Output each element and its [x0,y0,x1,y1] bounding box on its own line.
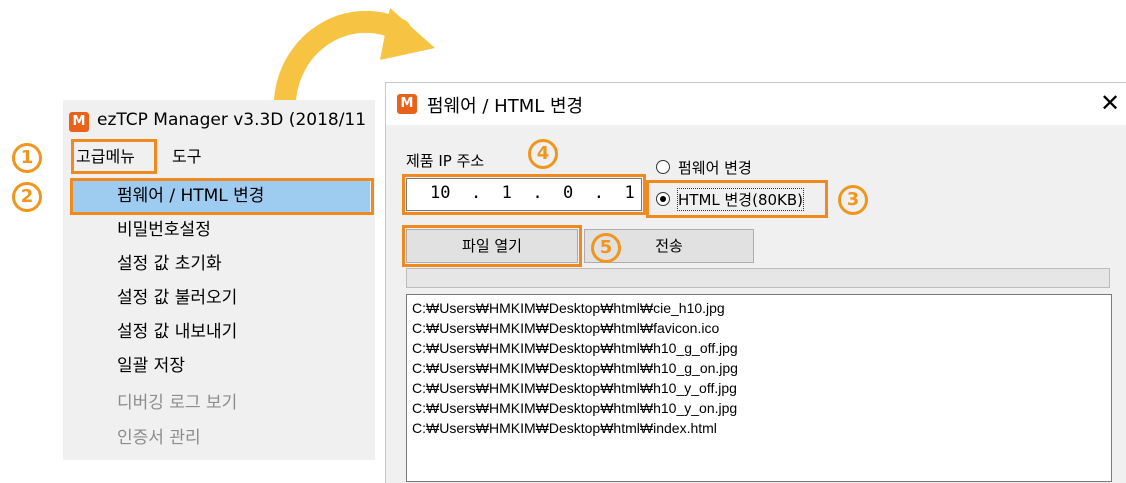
dialog-title: 펌웨어 / HTML 변경 [427,96,584,117]
highlight-box-html-radio [646,180,828,218]
menu-item-reset-settings[interactable]: 설정 값 초기화 [117,249,222,279]
list-item: C:₩Users₩HMKIM₩Desktop₩html₩h10_y_off.jp… [412,380,737,396]
list-item: C:₩Users₩HMKIM₩Desktop₩html₩index.html [412,420,717,436]
close-icon[interactable]: ✕ [1097,88,1123,118]
list-item: C:₩Users₩HMKIM₩Desktop₩html₩cie_h10.jpg [412,300,725,316]
highlight-box-ip-field [402,174,646,215]
menu-tools[interactable]: 도구 [172,145,201,169]
step-marker-4: 4 [528,139,558,169]
menu-item-debug-log: 디버깅 로그 보기 [117,393,238,413]
app-logo-icon: M [69,112,89,132]
step-marker-3: 3 [838,185,868,215]
ip-address-label: 제품 IP 주소 [406,152,485,170]
window-title: ezTCP Manager v3.3D (2018/11 [97,110,367,130]
highlight-box-open-file [402,225,582,267]
menu-item-password[interactable]: 비밀번호설정 [117,215,211,245]
menu-item-certificate: 인증서 관리 [117,428,201,448]
highlight-box-advanced-menu [71,139,157,174]
step-marker-1: 1 [12,143,42,173]
list-item: C:₩Users₩HMKIM₩Desktop₩html₩h10_y_on.jpg [412,400,738,416]
list-item: C:₩Users₩HMKIM₩Desktop₩html₩favicon.ico [412,320,720,336]
highlight-box-firmware-item [70,178,374,215]
radio-firmware[interactable] [656,160,670,174]
radio-firmware-label: 펌웨어 변경 [678,159,752,177]
dialog-logo-icon: M [397,94,417,114]
list-item: C:₩Users₩HMKIM₩Desktop₩html₩h10_g_on.jpg [412,360,738,376]
menu-item-load-settings[interactable]: 설정 값 불러오기 [117,283,237,313]
transfer-progress-bar [406,268,1110,288]
menu-item-batch-save[interactable]: 일괄 저장 [117,351,185,381]
step-marker-2: 2 [12,182,42,212]
menu-item-export-settings[interactable]: 설정 값 내보내기 [117,317,237,347]
list-item: C:₩Users₩HMKIM₩Desktop₩html₩h10_g_off.jp… [412,340,738,356]
step-marker-5: 5 [591,233,621,263]
